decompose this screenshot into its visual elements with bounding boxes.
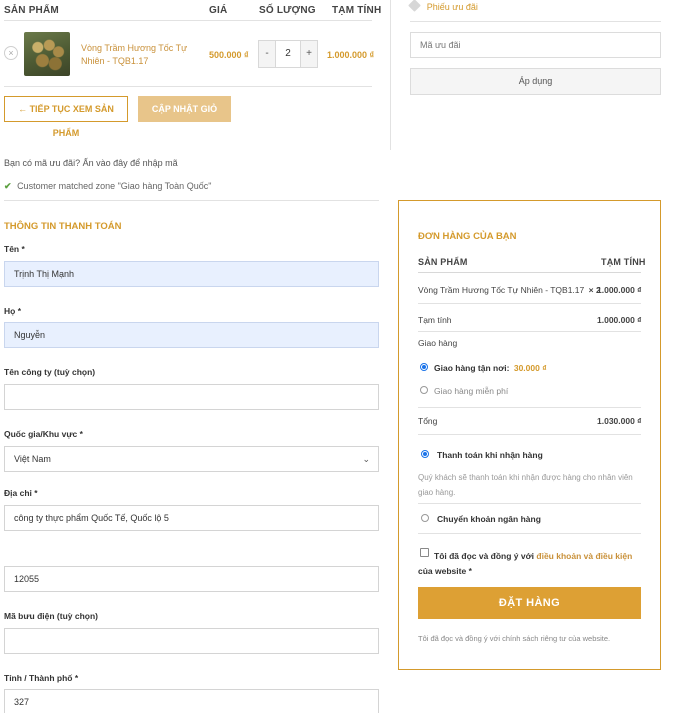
order-total-divider (418, 434, 641, 435)
col-subtotal-header: TẠM TÍNH (332, 5, 382, 16)
zone-notice-text: Customer matched zone "Giao hàng Toàn Qu… (17, 181, 212, 191)
col-price-header: GIÁ (209, 5, 228, 16)
pay-cod-radio[interactable] (421, 450, 429, 458)
pay-cod-label[interactable]: Thanh toán khi nhận hàng (437, 450, 543, 460)
postcode-field[interactable] (4, 628, 379, 654)
order-title: ĐƠN HÀNG CỦA BẠN (418, 231, 517, 242)
order-header-divider (418, 272, 641, 273)
address2-field[interactable]: 12055 (4, 566, 379, 592)
address-label: Địa chỉ * (4, 488, 38, 498)
coupon-divider (410, 21, 661, 22)
order-subtotal-label: Tạm tính (418, 315, 452, 325)
ship-option1-label: Giao hàng tận nơi: (434, 363, 510, 373)
last-name-field[interactable]: Nguyễn (4, 322, 379, 348)
tag-icon (408, 0, 421, 12)
company-field[interactable] (4, 384, 379, 410)
city-field[interactable]: 327 (4, 689, 379, 713)
order-item: Vòng Trầm Hương Tốc Tự Nhiên - TQB1.17 ×… (418, 285, 601, 295)
order-total-label: Tổng (418, 416, 438, 426)
ship-option2-label[interactable]: Giao hàng miễn phí (434, 386, 508, 396)
first-name-field[interactable]: Trịnh Thị Mạnh (4, 261, 379, 287)
coupon-prompt[interactable]: Bạn có mã ưu đãi? Ấn vào đây để nhập mã (4, 158, 178, 168)
address-field[interactable]: công ty thực phẩm Quốc Tế, Quốc lộ 5 (4, 505, 379, 531)
pay-bank-divider (418, 533, 641, 534)
last-name-label: Họ * (4, 306, 21, 316)
ship-option1-price: 30.000 ₫ (513, 363, 547, 373)
pay-cod-description: Quý khách sẽ thanh toán khi nhận được hà… (418, 473, 633, 497)
order-subtotal-divider (418, 331, 641, 332)
order-item-divider (418, 303, 641, 304)
notice-divider (4, 200, 379, 201)
order-col-subtotal: TẠM TÍNH (601, 257, 646, 267)
country-select[interactable]: Việt Nam ⌄ (4, 446, 379, 472)
apply-coupon-button[interactable]: Áp dụng (410, 68, 661, 95)
update-cart-button[interactable]: CẬP NHẬT GIỎ HÀNG (138, 96, 231, 140)
terms-text: Tôi đã đọc và đồng ý với điều khoản và đ… (418, 549, 640, 579)
coupon-input[interactable]: Mã ưu đãi (410, 32, 661, 58)
remove-item-button[interactable]: × (4, 46, 18, 60)
terms-suffix: của (418, 566, 433, 576)
order-item-total: 1.000.000 ₫ (597, 285, 642, 295)
terms-prefix: Tôi đã đọc và đồng ý với (434, 551, 535, 561)
pay-bank-radio[interactable] (421, 514, 429, 522)
qty-input[interactable]: 2 (275, 41, 301, 67)
quantity-stepper[interactable]: - 2 + (258, 40, 318, 68)
cart-item-name[interactable]: Vòng Trầm Hương Tốc Tự Nhiên - TQB1.17 (81, 42, 201, 68)
coupon-heading: Phiếu ưu đãi (408, 0, 478, 13)
terms-tail: website * (435, 566, 472, 576)
cart-header-divider (4, 20, 372, 21)
place-order-button[interactable]: ĐẶT HÀNG (418, 587, 641, 619)
qty-plus-button[interactable]: + (301, 41, 317, 67)
country-value: Việt Nam (14, 454, 51, 464)
col-product-header: SẢN PHẨM (4, 5, 59, 16)
postcode-label: Mã bưu điện (tuỳ chọn) (4, 611, 98, 621)
qty-minus-button[interactable]: - (259, 41, 275, 67)
product-thumbnail[interactable] (24, 32, 70, 76)
cart-row-divider (4, 86, 372, 87)
billing-title: THÔNG TIN THANH TOÁN (4, 221, 122, 232)
order-col-product: SẢN PHẨM (418, 257, 468, 267)
country-label: Quốc gia/Khu vực * (4, 429, 83, 439)
coupon-title: Phiếu ưu đãi (426, 2, 478, 12)
chevron-down-icon: ⌄ (362, 454, 370, 464)
column-divider (390, 0, 391, 150)
order-shipping-divider (418, 407, 641, 408)
check-icon: ✔ (4, 181, 12, 191)
cart-item-subtotal: 1.000.000 ₫ (327, 50, 375, 60)
pay-bank-label[interactable]: Chuyển khoản ngân hàng (437, 514, 541, 524)
terms-link[interactable]: điều khoản và điều kiện (536, 551, 632, 561)
first-name-label: Tên * (4, 244, 25, 254)
pay-cod-divider (418, 503, 641, 504)
zone-notice: ✔ Customer matched zone "Giao hàng Toàn … (4, 181, 211, 192)
city-label: Tỉnh / Thành phố * (4, 673, 79, 683)
order-item-name: Vòng Trầm Hương Tốc Tự Nhiên - TQB1.17 (418, 285, 585, 295)
privacy-note: Tôi đã đọc và đồng ý với chính sách riên… (418, 634, 611, 643)
continue-shopping-button[interactable]: ← TIẾP TỤC XEM SẢN PHẨM (4, 96, 128, 138)
order-total-value: 1.030.000 ₫ (597, 416, 642, 426)
cart-item-price: 500.000 ₫ (209, 50, 249, 60)
order-subtotal-value: 1.000.000 ₫ (597, 315, 642, 325)
ship-option1[interactable]: Giao hàng tận nơi: 30.000 ₫ (434, 363, 547, 373)
ship-option1-radio[interactable] (420, 363, 428, 371)
company-label: Tên công ty (tuỳ chọn) (4, 367, 96, 377)
shipping-label: Giao hàng (418, 338, 458, 348)
col-qty-header: SỐ LƯỢNG (259, 5, 316, 16)
ship-option2-radio[interactable] (420, 386, 428, 394)
